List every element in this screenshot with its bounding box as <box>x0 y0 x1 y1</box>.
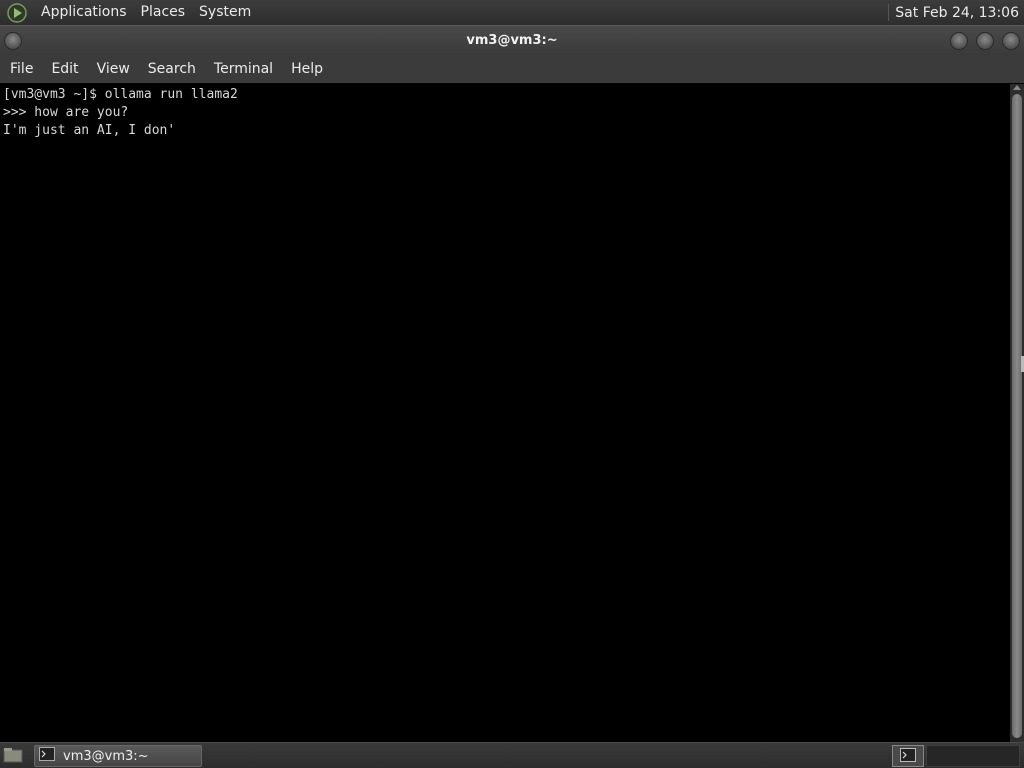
terminal-line: >>> how are you? <box>3 105 129 120</box>
system-menu[interactable]: System <box>192 0 258 25</box>
panel-separator <box>888 4 890 21</box>
distro-logo-icon[interactable] <box>6 2 28 24</box>
menu-search[interactable]: Search <box>141 55 203 83</box>
top-panel: Applications Places System Sat Feb 24, 1… <box>0 0 1024 25</box>
scrollbar-thumb[interactable] <box>1012 94 1022 738</box>
applications-menu[interactable]: Applications <box>34 0 134 25</box>
close-button[interactable] <box>1002 32 1020 50</box>
taskbar-window-label: vm3@vm3:~ <box>63 748 149 764</box>
menu-edit[interactable]: Edit <box>44 55 85 83</box>
terminal-icon <box>39 747 55 765</box>
terminal-menubar: File Edit View Search Terminal Help <box>0 55 1024 83</box>
terminal-output[interactable]: [vm3@vm3 ~]$ ollama run llama2 >>> how a… <box>0 84 1010 742</box>
bottom-panel: vm3@vm3:~ <box>0 742 1024 768</box>
menu-help[interactable]: Help <box>284 55 330 83</box>
show-desktop-icon[interactable] <box>3 747 23 764</box>
taskbar-window-button[interactable]: vm3@vm3:~ <box>34 745 202 767</box>
minimize-button[interactable] <box>950 32 968 50</box>
places-menu[interactable]: Places <box>134 0 193 25</box>
maximize-button[interactable] <box>976 32 994 50</box>
terminal-line: I'm just an AI, I don' <box>3 123 176 138</box>
window-title: vm3@vm3:~ <box>466 33 558 48</box>
menu-file[interactable]: File <box>3 55 40 83</box>
workspace-switcher-empty[interactable] <box>926 745 1020 767</box>
window-titlebar[interactable]: vm3@vm3:~ <box>0 25 1024 55</box>
scroll-up-arrow-icon[interactable] <box>1013 85 1021 90</box>
vertical-scrollbar[interactable] <box>1010 84 1024 742</box>
clock[interactable]: Sat Feb 24, 13:06 <box>895 5 1024 21</box>
menu-terminal[interactable]: Terminal <box>207 55 280 83</box>
menu-view[interactable]: View <box>90 55 137 83</box>
workspace-switcher-active[interactable] <box>892 745 924 767</box>
terminal-line: [vm3@vm3 ~]$ ollama run llama2 <box>3 87 238 102</box>
terminal-icon <box>900 747 916 766</box>
